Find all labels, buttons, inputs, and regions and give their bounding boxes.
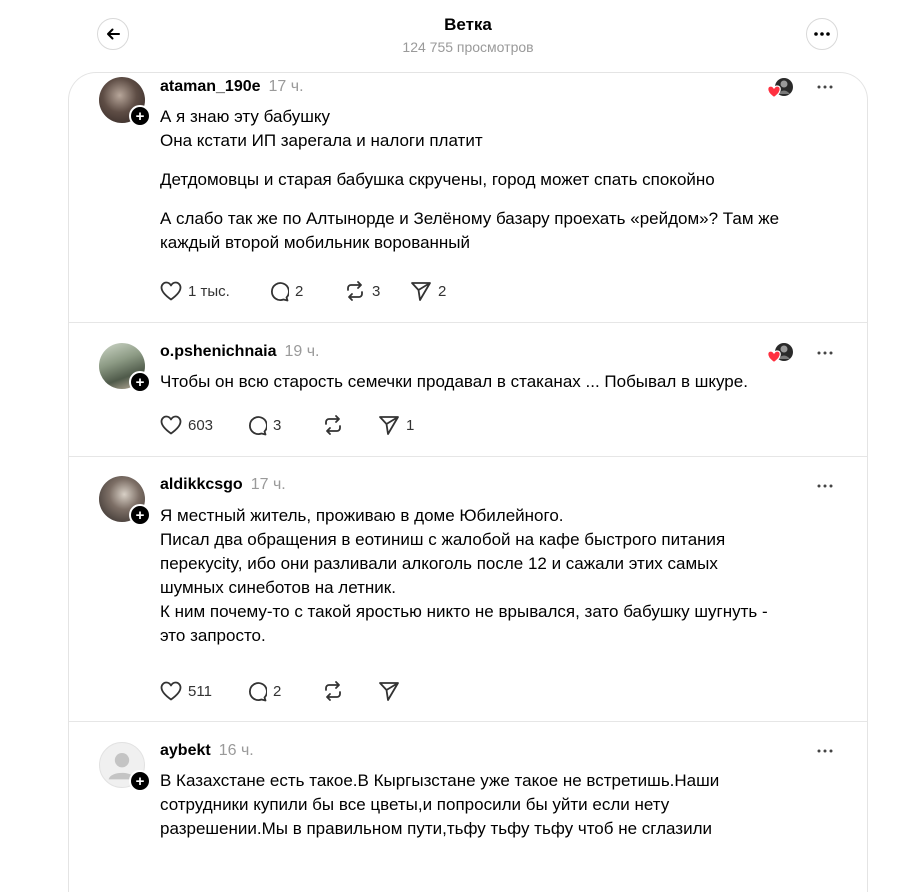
more-icon	[817, 484, 833, 488]
post-line: шумных синеботов на летник.	[160, 578, 396, 597]
timestamp: 19 ч.	[284, 343, 320, 360]
repost-button[interactable]: 3	[344, 280, 410, 302]
liked-by-author-badge	[765, 76, 795, 100]
post-actions: 603 3 1	[160, 413, 414, 437]
share-count: 1	[406, 416, 415, 434]
comment-icon	[271, 281, 289, 301]
like-button[interactable]: 603	[160, 415, 246, 435]
avatar[interactable]: +	[99, 343, 151, 393]
post: + aybekt 16 ч. В Казахстане есть такое.В…	[69, 722, 867, 892]
avatar[interactable]: +	[99, 77, 151, 127]
username[interactable]: ataman_190e	[160, 78, 261, 96]
username[interactable]: aybekt	[160, 742, 211, 760]
reply-count: 2	[273, 682, 282, 700]
repost-icon	[325, 415, 341, 435]
like-button[interactable]: 1 тыс.	[160, 281, 268, 301]
comment-icon	[249, 681, 267, 701]
like-count: 1 тыс.	[188, 282, 230, 300]
reply-button[interactable]: 2	[268, 281, 344, 302]
comment-icon	[249, 415, 267, 435]
avatar[interactable]: +	[99, 476, 151, 526]
more-options-button[interactable]	[806, 18, 838, 50]
post-text: В Казахстане есть такое.В Кыргызстане уж…	[160, 769, 845, 841]
thread-header: Ветка 124 755 просмотров	[0, 0, 912, 72]
post-menu-button[interactable]	[815, 476, 835, 496]
repost-icon	[347, 281, 363, 301]
post-line: А я знаю эту бабушку	[160, 107, 331, 126]
repost-button[interactable]	[322, 414, 378, 436]
post-line: Она кстати ИП зарегала и налоги платит	[160, 131, 483, 150]
post-menu-button[interactable]	[815, 77, 835, 97]
more-icon	[817, 749, 833, 753]
post-line: Чтобы он всю старость семечки продавал в…	[160, 372, 748, 391]
repost-count: 3	[372, 282, 381, 300]
more-icon	[817, 85, 833, 89]
post-text: Чтобы он всю старость семечки продавал в…	[160, 370, 845, 394]
like-count: 603	[188, 416, 214, 434]
timestamp: 17 ч.	[268, 78, 304, 95]
reply-count: 3	[273, 416, 282, 434]
reply-button[interactable]: 2	[246, 681, 322, 702]
page-title: Ветка	[444, 15, 492, 34]
post: + o.pshenichnaia 19 ч. Чтобы он всю стар…	[69, 323, 867, 457]
timestamp: 17 ч.	[250, 476, 286, 493]
username[interactable]: aldikkcsgo	[160, 476, 243, 494]
post-actions: 511 2	[160, 679, 400, 703]
post-text: Я местный житель, проживаю в доме Юбилей…	[160, 504, 845, 648]
share-count: 2	[438, 282, 447, 300]
share-button[interactable]	[378, 680, 400, 702]
post-line: К ним почему-то с такой яростью никто не…	[160, 602, 768, 621]
post-line: перекусity, ибо они разливали алкоголь п…	[160, 554, 718, 573]
share-button[interactable]: 2	[410, 280, 446, 302]
repost-icon	[325, 681, 341, 701]
repost-button[interactable]	[322, 680, 378, 702]
post-line: А слабо так же по Алтынорде и Зелёному б…	[160, 209, 780, 228]
share-button[interactable]: 1	[378, 414, 414, 436]
post-line: разрешении.Мы в правильном пути,тьфу тьф…	[160, 819, 712, 838]
post-line: В Казахстане есть такое.В Кыргызстане уж…	[160, 771, 720, 790]
post: + ataman_190e 17 ч. А я знаю эту бабушку…	[69, 73, 867, 323]
post-menu-button[interactable]	[815, 343, 835, 363]
post: + aldikkcsgo 17 ч. Я местный житель, про…	[69, 457, 867, 722]
like-button[interactable]: 511	[160, 681, 246, 701]
post-line: Я местный житель, проживаю в доме Юбилей…	[160, 506, 564, 525]
heart-icon	[160, 281, 182, 301]
follow-plus-icon[interactable]: +	[129, 105, 151, 127]
liked-by-author-badge	[765, 341, 795, 365]
heart-icon	[160, 415, 182, 435]
follow-plus-icon[interactable]: +	[129, 504, 151, 526]
follow-plus-icon[interactable]: +	[129, 770, 151, 792]
send-icon	[379, 682, 399, 701]
post-line: каждый второй мобильник ворованный	[160, 233, 471, 252]
heart-icon	[160, 681, 182, 701]
avatar[interactable]: +	[99, 742, 151, 792]
like-count: 511	[188, 682, 212, 700]
view-count: 124 755 просмотров	[402, 39, 534, 55]
more-icon	[814, 32, 830, 36]
thread-card: + ataman_190e 17 ч. А я знаю эту бабушку…	[68, 72, 868, 892]
post-line: это запросто.	[160, 626, 266, 645]
send-icon	[411, 282, 431, 301]
reply-button[interactable]: 3	[246, 415, 322, 436]
reply-count: 2	[295, 282, 304, 300]
post-actions: 1 тыс. 2 3 2	[160, 279, 446, 303]
send-icon	[379, 416, 399, 435]
follow-plus-icon[interactable]: +	[129, 371, 151, 393]
timestamp: 16 ч.	[218, 742, 254, 759]
post-line: сотрудники купили бы все цветы,и попроси…	[160, 795, 670, 814]
more-icon	[817, 351, 833, 355]
post-line: Детдомовцы и старая бабушка скручены, го…	[160, 170, 715, 189]
post-menu-button[interactable]	[815, 741, 835, 761]
post-line: Писал два обращения в еотиниш с жалобой …	[160, 530, 726, 549]
post-text: А я знаю эту бабушку Она кстати ИП зарег…	[160, 105, 845, 255]
username[interactable]: o.pshenichnaia	[160, 343, 276, 361]
